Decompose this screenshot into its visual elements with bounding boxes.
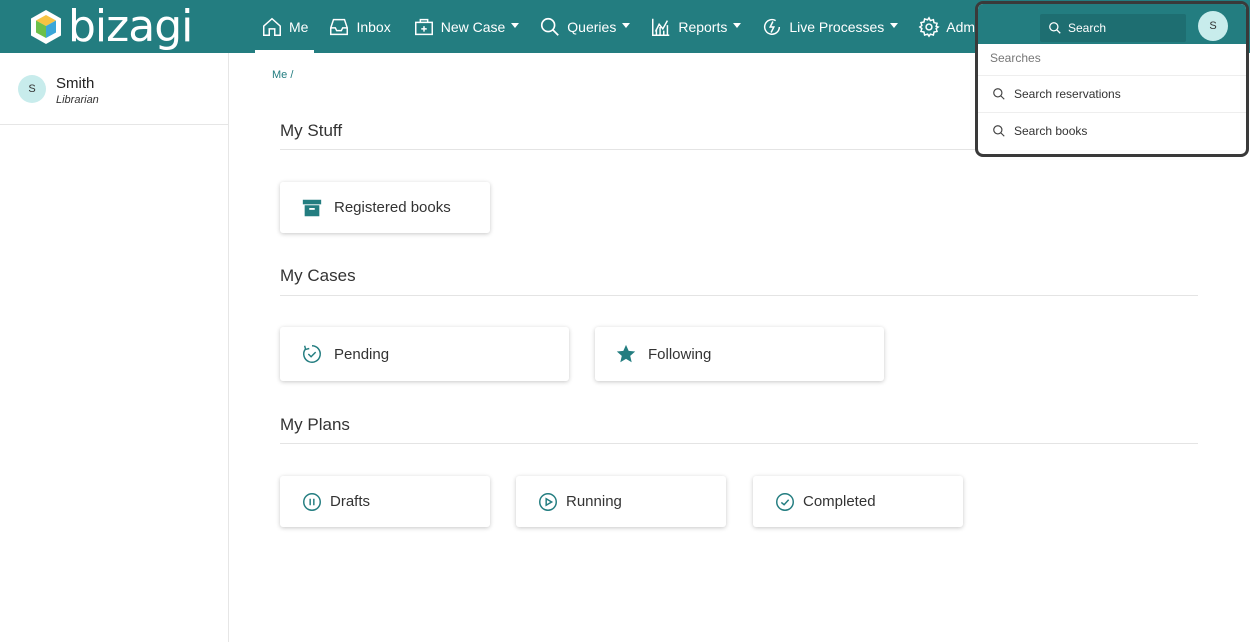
- card-registered-books[interactable]: Registered books: [280, 182, 490, 233]
- nav-queries-label: Queries: [567, 18, 617, 35]
- nav-reports-label: Reports: [678, 18, 728, 35]
- reports-icon: [652, 18, 670, 36]
- gear-icon: [918, 15, 941, 37]
- archive-icon: [302, 199, 322, 216]
- section-title-my-cases: My Cases: [280, 266, 356, 285]
- bizagi-logo-mark-icon: [31, 10, 61, 44]
- sidebar: S Smith Librarian: [0, 53, 229, 642]
- inbox-icon: [330, 18, 349, 35]
- search-placeholder: Search: [1068, 21, 1107, 35]
- avatar[interactable]: S: [1198, 11, 1228, 41]
- play-icon: [539, 492, 557, 511]
- card-following[interactable]: Following: [595, 327, 884, 381]
- chevron-down-icon: [890, 22, 899, 28]
- avatar: S: [18, 75, 46, 103]
- user-name: Smith: [56, 75, 95, 92]
- nav-me[interactable]: Me: [255, 0, 315, 53]
- divider: [280, 295, 1198, 296]
- star-icon: [616, 344, 636, 363]
- clock-icon: [303, 345, 321, 363]
- card-running[interactable]: Running: [516, 476, 726, 527]
- nav-reports[interactable]: Reports: [644, 0, 747, 53]
- user-role: Librarian: [56, 94, 99, 106]
- live-processes-icon: [764, 18, 781, 35]
- card-label: Completed: [803, 493, 876, 510]
- search-input[interactable]: Search: [1040, 14, 1186, 42]
- search-icon: [541, 17, 560, 36]
- nav-live-processes[interactable]: Live Processes: [755, 0, 904, 53]
- search-icon: [993, 125, 1005, 137]
- card-completed[interactable]: Completed: [753, 476, 963, 527]
- search-icon: [993, 88, 1005, 100]
- section-title-my-stuff: My Stuff: [280, 121, 343, 140]
- user-profile[interactable]: S Smith Librarian: [0, 53, 228, 125]
- section-title-my-plans: My Plans: [280, 415, 350, 434]
- new-case-icon: [414, 18, 433, 35]
- search-item-label: Search books: [1014, 124, 1088, 138]
- check-icon: [776, 492, 794, 511]
- breadcrumb[interactable]: Me /: [272, 69, 293, 81]
- search-panel: Search S Searches Search reservations Se…: [975, 1, 1249, 157]
- card-pending[interactable]: Pending: [280, 327, 569, 381]
- brand-name: bizagi: [68, 1, 193, 52]
- card-label: Pending: [334, 345, 390, 363]
- search-item-reservations[interactable]: Search reservations: [978, 75, 1246, 112]
- searches-heading: Searches: [990, 51, 1041, 65]
- card-label: Registered books: [334, 199, 451, 216]
- nav-new-case-label: New Case: [440, 18, 506, 35]
- card-label: Following: [648, 345, 712, 363]
- nav-queries[interactable]: Queries: [533, 0, 636, 53]
- search-header: Search S: [978, 4, 1246, 44]
- chevron-down-icon: [511, 22, 520, 28]
- bizagi-logo[interactable]: bizagi: [30, 1, 193, 52]
- home-icon: [263, 17, 281, 36]
- card-label: Drafts: [330, 493, 371, 510]
- nav-inbox-label: Inbox: [356, 18, 391, 35]
- main-nav: Me Inbox New Case Queries Reports Live P…: [255, 0, 1006, 53]
- divider: [280, 443, 1198, 444]
- chevron-down-icon: [622, 22, 631, 28]
- search-icon: [1049, 22, 1061, 34]
- nav-inbox[interactable]: Inbox: [322, 0, 396, 53]
- chevron-down-icon: [733, 22, 742, 28]
- nav-new-case[interactable]: New Case: [407, 0, 526, 53]
- card-drafts[interactable]: Drafts: [280, 476, 490, 527]
- nav-live-processes-label: Live Processes: [789, 18, 885, 35]
- search-item-label: Search reservations: [1014, 87, 1121, 101]
- nav-me-label: Me: [289, 18, 309, 35]
- pause-icon: [303, 492, 321, 511]
- card-label: Running: [566, 493, 622, 510]
- search-item-books[interactable]: Search books: [978, 112, 1246, 149]
